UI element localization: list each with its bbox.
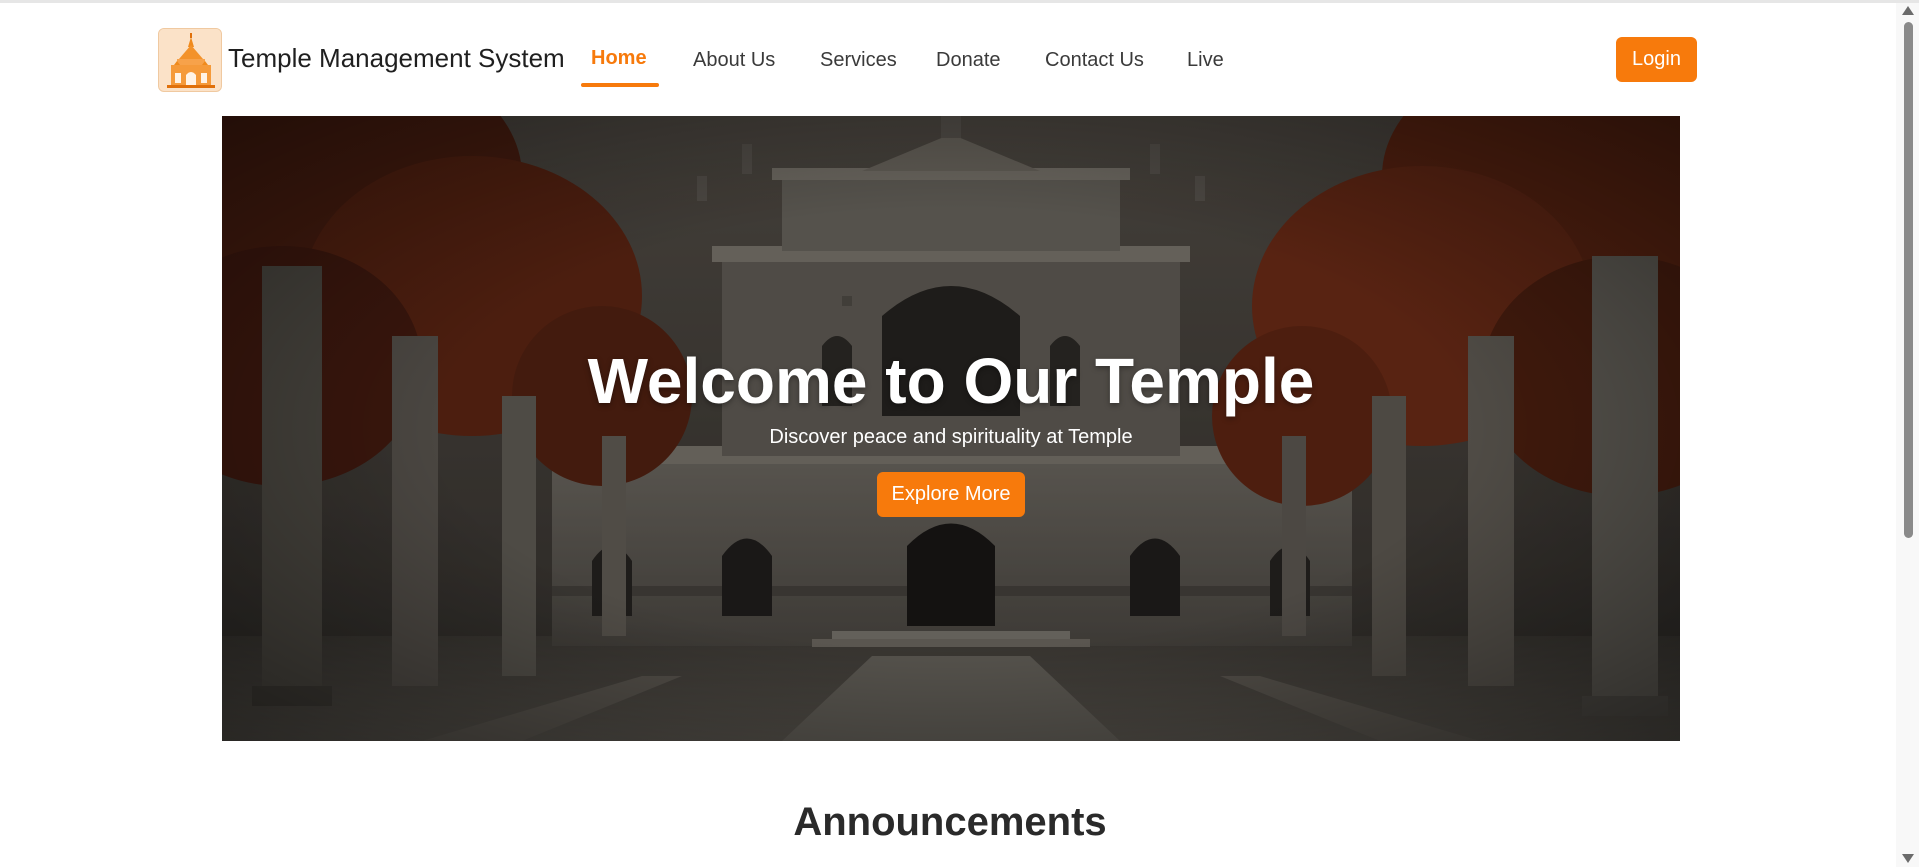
explore-more-button[interactable]: Explore More [877,472,1025,517]
scrollbar-thumb[interactable] [1904,22,1913,538]
announcements-title: Announcements [793,800,1107,844]
nav-link-services[interactable]: Services [820,49,897,72]
scroll-down-arrow-icon[interactable] [1902,854,1914,863]
hero-title: Welcome to Our Temple [587,345,1315,417]
brand-name[interactable]: Temple Management System [228,43,565,74]
login-button[interactable]: Login [1616,37,1697,82]
scroll-up-arrow-icon[interactable] [1902,6,1914,15]
active-nav-indicator [581,83,659,87]
nav-link-contact-us[interactable]: Contact Us [1045,49,1144,72]
navbar: Temple Management System Home About Us S… [0,3,1896,111]
nav-link-donate[interactable]: Donate [936,49,1001,72]
temple-icon[interactable] [158,28,222,92]
nav-link-home[interactable]: Home [591,47,647,70]
hero-subtitle: Discover peace and spirituality at Templ… [769,426,1133,448]
hero-banner: Welcome to Our Temple Discover peace and… [222,116,1680,741]
nav-link-about-us[interactable]: About Us [693,49,775,72]
nav-link-live[interactable]: Live [1187,49,1224,72]
